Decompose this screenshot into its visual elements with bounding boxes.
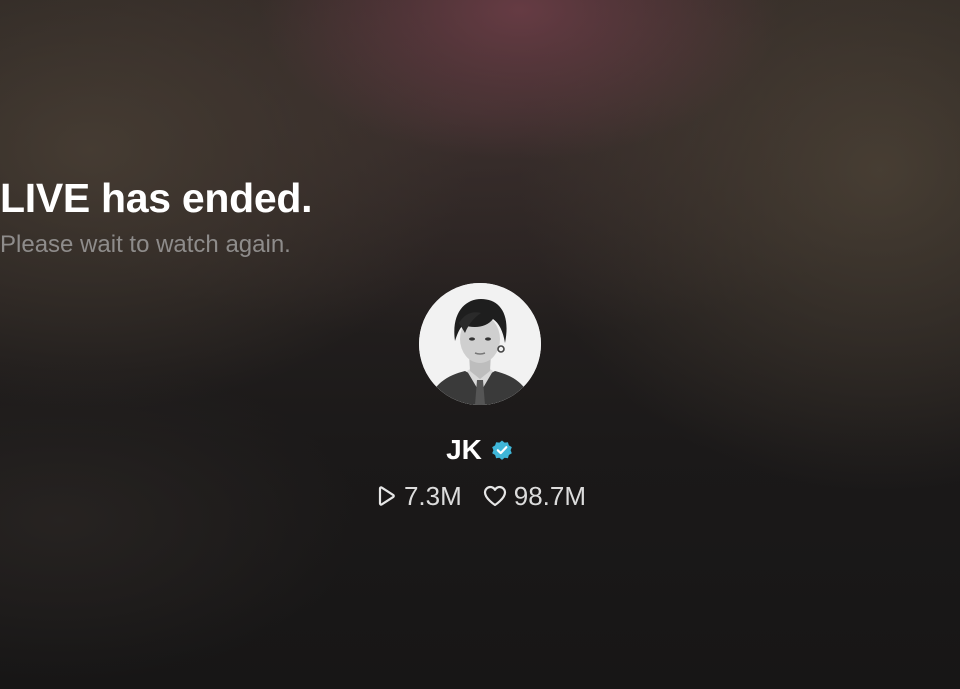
heart-icon	[483, 485, 506, 507]
live-ended-screen: LIVE has ended. Please wait to watch aga…	[0, 0, 960, 689]
verified-badge-icon	[490, 438, 514, 462]
avatar-photo	[419, 283, 541, 405]
artist-name-row[interactable]: JK	[0, 430, 960, 470]
play-count-stat: 7.3M	[374, 479, 462, 513]
play-icon	[378, 486, 395, 506]
play-count-value: 7.3M	[403, 481, 462, 511]
live-ended-title: LIVE has ended.	[0, 175, 313, 221]
live-stats-row: 7.3M 98.7M	[0, 478, 960, 514]
artist-avatar[interactable]	[419, 283, 541, 405]
like-count-value: 98.7M	[513, 481, 587, 511]
artist-name[interactable]: JK	[446, 432, 482, 468]
like-count-stat: 98.7M	[482, 479, 586, 513]
live-ended-subtitle: Please wait to watch again.	[0, 231, 291, 258]
